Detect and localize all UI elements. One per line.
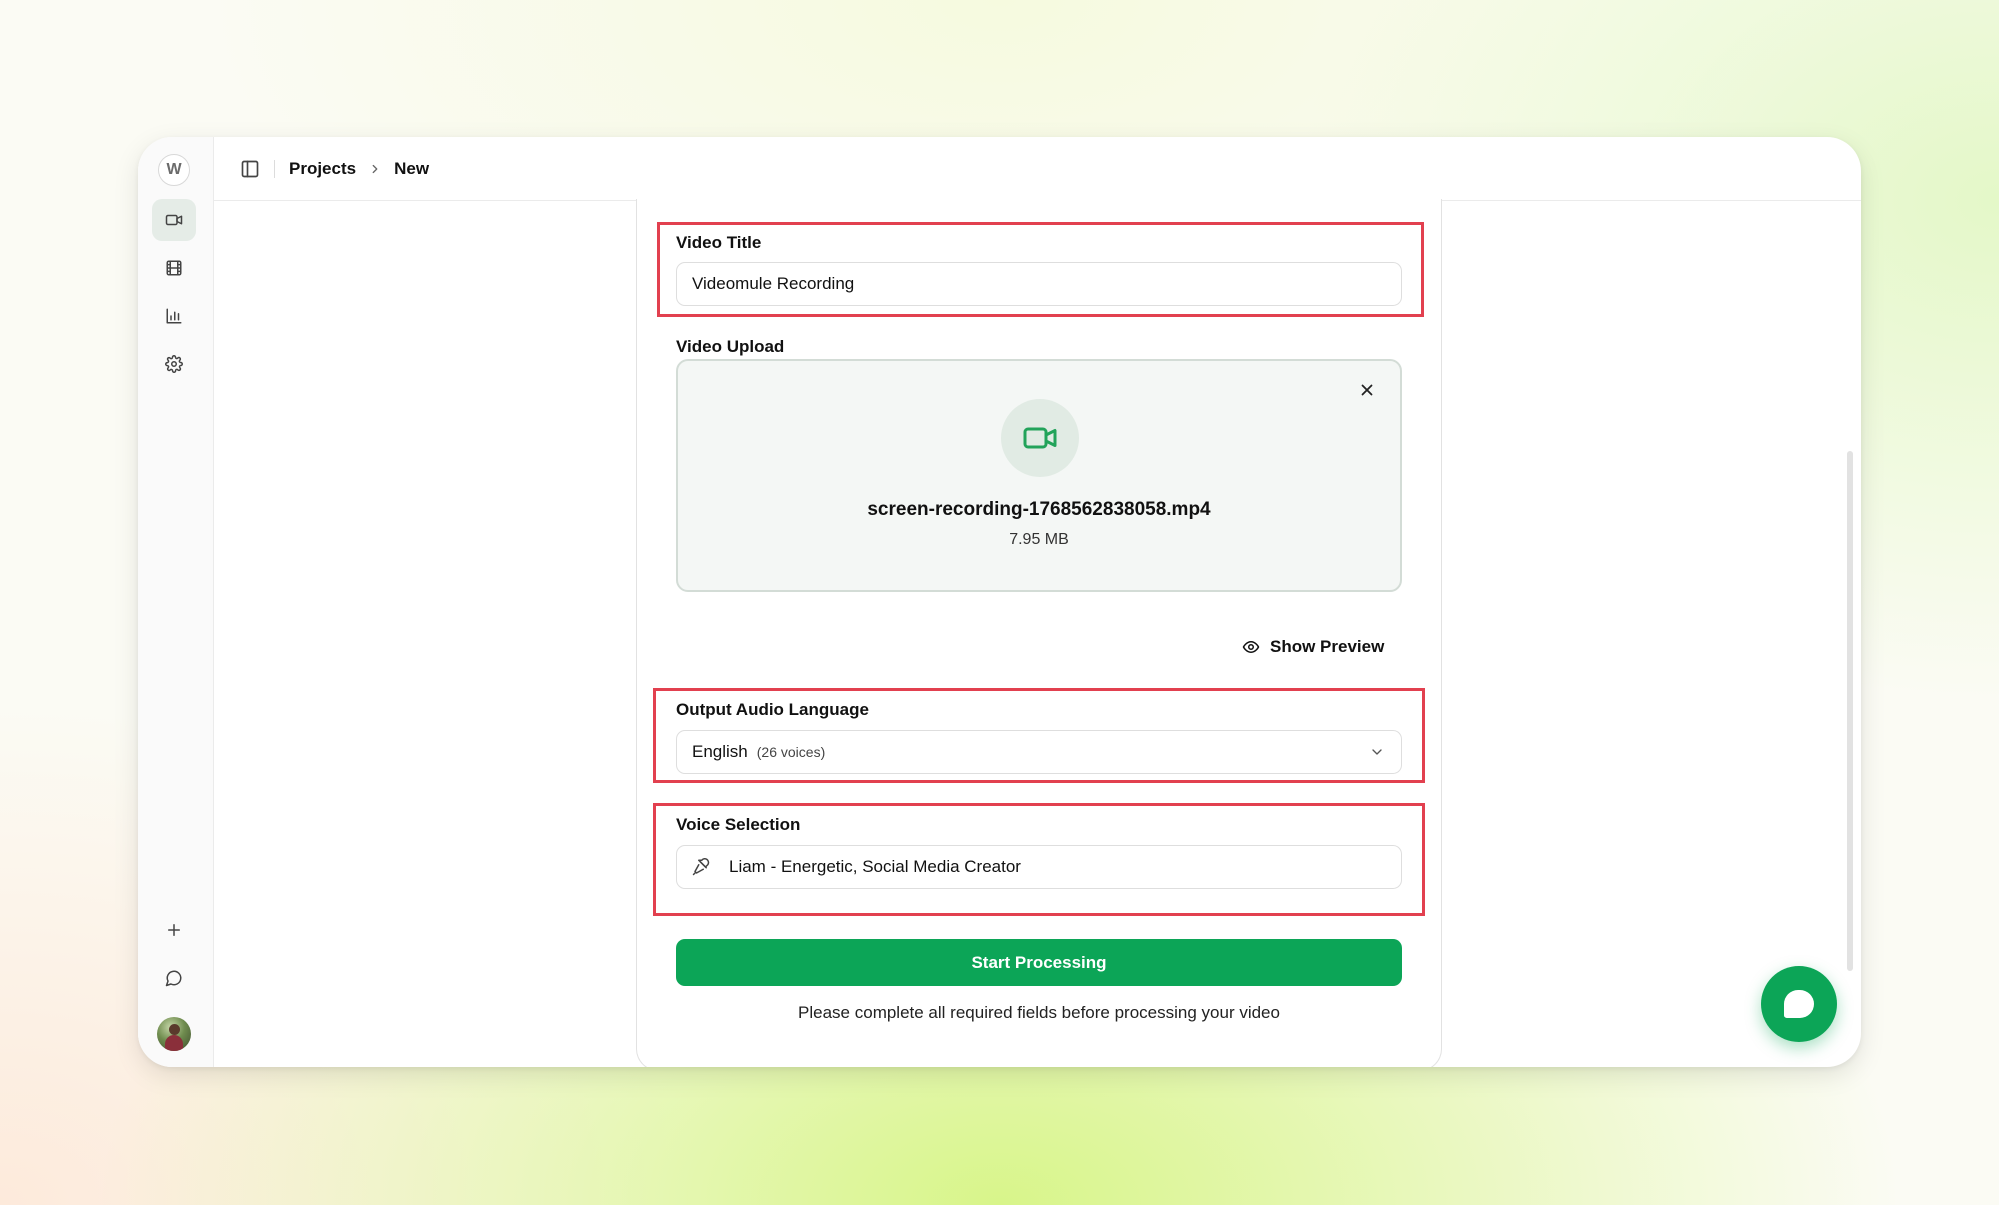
eye-icon xyxy=(1242,638,1270,656)
chevron-right-icon xyxy=(368,162,382,176)
form-hint-text: Please complete all required fields befo… xyxy=(798,1003,1280,1022)
show-preview-button[interactable]: Show Preview xyxy=(1242,637,1384,657)
chat-support-button[interactable] xyxy=(1761,966,1837,1042)
chat-bubble-icon xyxy=(1784,990,1814,1018)
video-title-highlight xyxy=(657,222,1424,317)
voice-selection-highlight xyxy=(653,803,1425,916)
avatar[interactable] xyxy=(157,1017,191,1051)
breadcrumb: Projects New xyxy=(289,159,429,179)
plus-icon xyxy=(165,921,183,939)
sidebar-item-videos[interactable] xyxy=(152,199,196,241)
video-upload-dropzone[interactable]: screen-recording-1768562838058.mp4 7.95 … xyxy=(676,359,1402,592)
gear-icon xyxy=(165,355,183,373)
new-project-button[interactable] xyxy=(152,909,196,951)
scrollbar[interactable] xyxy=(1847,451,1853,971)
new-project-form: Video Title Videomule Recording Video Up… xyxy=(636,199,1442,1067)
sidebar: W xyxy=(138,137,214,1067)
feedback-button[interactable] xyxy=(152,957,196,999)
main-content: Video Title Videomule Recording Video Up… xyxy=(214,199,1861,1067)
video-upload-label: Video Upload xyxy=(676,337,785,356)
app-window: W Projects New Video Title Videomule Rec… xyxy=(138,137,1861,1067)
film-icon xyxy=(165,259,183,277)
breadcrumb-projects[interactable]: Projects xyxy=(289,159,356,179)
sidebar-toggle-icon[interactable] xyxy=(240,159,260,179)
sidebar-item-settings[interactable] xyxy=(152,343,196,385)
start-processing-button[interactable]: Start Processing xyxy=(676,939,1402,986)
sidebar-item-analytics[interactable] xyxy=(152,295,196,337)
video-file-icon xyxy=(1001,399,1079,477)
sidebar-item-library[interactable] xyxy=(152,247,196,289)
uploaded-file-size: 7.95 MB xyxy=(1009,531,1069,548)
bar-chart-icon xyxy=(165,307,183,325)
chat-bubble-icon xyxy=(165,969,183,987)
top-bar: Projects New xyxy=(214,137,1861,201)
workspace-logo[interactable]: W xyxy=(158,154,190,186)
close-icon[interactable] xyxy=(1358,381,1376,399)
output-audio-language-highlight xyxy=(653,688,1425,783)
breadcrumb-new: New xyxy=(394,158,430,178)
show-preview-label: Show Preview xyxy=(1270,637,1385,656)
video-camera-icon xyxy=(165,211,183,229)
topbar-divider xyxy=(274,159,275,178)
uploaded-file-name: screen-recording-1768562838058.mp4 xyxy=(867,499,1211,520)
